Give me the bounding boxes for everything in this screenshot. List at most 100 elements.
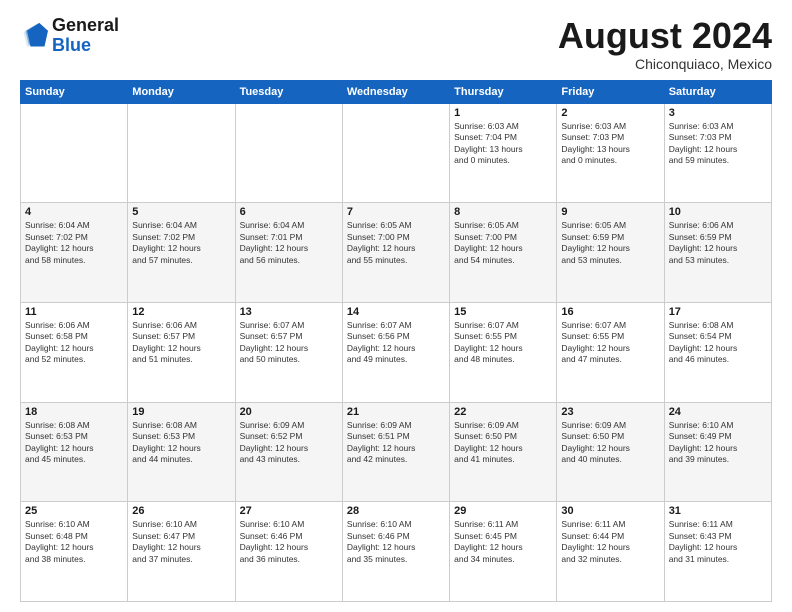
weekday-header: Wednesday (342, 80, 449, 103)
day-number: 24 (669, 406, 767, 418)
weekday-header: Tuesday (235, 80, 342, 103)
day-info: Sunrise: 6:11 AMSunset: 6:45 PMDaylight:… (454, 519, 552, 565)
day-number: 3 (669, 107, 767, 119)
day-info: Sunrise: 6:09 AMSunset: 6:52 PMDaylight:… (240, 420, 338, 466)
calendar-cell: 11 Sunrise: 6:06 AMSunset: 6:58 PMDayligh… (21, 302, 128, 402)
day-number: 29 (454, 505, 552, 517)
day-number: 18 (25, 406, 123, 418)
day-number: 5 (132, 206, 230, 218)
header-row: SundayMondayTuesdayWednesdayThursdayFrid… (21, 80, 772, 103)
day-info: Sunrise: 6:06 AMSunset: 6:58 PMDaylight:… (25, 320, 123, 366)
calendar-cell: 30 Sunrise: 6:11 AMSunset: 6:44 PMDayligh… (557, 502, 664, 602)
day-number: 17 (669, 306, 767, 318)
day-info: Sunrise: 6:09 AMSunset: 6:51 PMDaylight:… (347, 420, 445, 466)
location: Chiconquiaco, Mexico (558, 56, 772, 72)
calendar-cell: 18 Sunrise: 6:08 AMSunset: 6:53 PMDayligh… (21, 402, 128, 502)
day-info: Sunrise: 6:11 AMSunset: 6:44 PMDaylight:… (561, 519, 659, 565)
day-number: 8 (454, 206, 552, 218)
day-number: 31 (669, 505, 767, 517)
day-info: Sunrise: 6:10 AMSunset: 6:47 PMDaylight:… (132, 519, 230, 565)
day-number: 1 (454, 107, 552, 119)
day-info: Sunrise: 6:09 AMSunset: 6:50 PMDaylight:… (561, 420, 659, 466)
day-number: 30 (561, 505, 659, 517)
calendar-cell: 14 Sunrise: 6:07 AMSunset: 6:56 PMDayligh… (342, 302, 449, 402)
calendar-week-row: 11 Sunrise: 6:06 AMSunset: 6:58 PMDayligh… (21, 302, 772, 402)
calendar-cell: 31Sunrise: 6:11 AMSunset: 6:43 PMDayligh… (664, 502, 771, 602)
calendar-cell (342, 103, 449, 203)
day-number: 4 (25, 206, 123, 218)
day-info: Sunrise: 6:04 AMSunset: 7:02 PMDaylight:… (132, 220, 230, 266)
day-number: 16 (561, 306, 659, 318)
day-info: Sunrise: 6:08 AMSunset: 6:53 PMDaylight:… (132, 420, 230, 466)
calendar-cell: 28 Sunrise: 6:10 AMSunset: 6:46 PMDayligh… (342, 502, 449, 602)
day-number: 10 (669, 206, 767, 218)
day-info: Sunrise: 6:10 AMSunset: 6:46 PMDaylight:… (240, 519, 338, 565)
calendar-cell: 19 Sunrise: 6:08 AMSunset: 6:53 PMDayligh… (128, 402, 235, 502)
day-info: Sunrise: 6:05 AMSunset: 7:00 PMDaylight:… (454, 220, 552, 266)
weekday-header: Friday (557, 80, 664, 103)
day-info: Sunrise: 6:09 AMSunset: 6:50 PMDaylight:… (454, 420, 552, 466)
day-number: 12 (132, 306, 230, 318)
weekday-header: Saturday (664, 80, 771, 103)
calendar-week-row: 4 Sunrise: 6:04 AMSunset: 7:02 PMDaylight… (21, 203, 772, 303)
title-block: August 2024 Chiconquiaco, Mexico (558, 16, 772, 72)
calendar-cell: 5 Sunrise: 6:04 AMSunset: 7:02 PMDaylight… (128, 203, 235, 303)
page: General Blue August 2024 Chiconquiaco, M… (0, 0, 792, 612)
logo-line1: General (52, 16, 119, 36)
day-number: 13 (240, 306, 338, 318)
day-number: 20 (240, 406, 338, 418)
calendar-cell: 6 Sunrise: 6:04 AMSunset: 7:01 PMDaylight… (235, 203, 342, 303)
day-number: 28 (347, 505, 445, 517)
calendar-cell: 3Sunrise: 6:03 AMSunset: 7:03 PMDaylight… (664, 103, 771, 203)
calendar-cell: 15 Sunrise: 6:07 AMSunset: 6:55 PMDayligh… (450, 302, 557, 402)
day-number: 2 (561, 107, 659, 119)
day-info: Sunrise: 6:05 AMSunset: 7:00 PMDaylight:… (347, 220, 445, 266)
calendar-cell: 8 Sunrise: 6:05 AMSunset: 7:00 PMDaylight… (450, 203, 557, 303)
calendar-cell: 17Sunrise: 6:08 AMSunset: 6:54 PMDayligh… (664, 302, 771, 402)
calendar-cell: 2 Sunrise: 6:03 AMSunset: 7:03 PMDaylight… (557, 103, 664, 203)
day-info: Sunrise: 6:10 AMSunset: 6:46 PMDaylight:… (347, 519, 445, 565)
calendar-cell (21, 103, 128, 203)
month-title: August 2024 (558, 16, 772, 56)
calendar-cell: 10 Sunrise: 6:06 AMSunset: 6:59 PMDayligh… (664, 203, 771, 303)
day-info: Sunrise: 6:03 AMSunset: 7:03 PMDaylight:… (561, 121, 659, 167)
calendar-cell: 25Sunrise: 6:10 AMSunset: 6:48 PMDayligh… (21, 502, 128, 602)
logo-text: General Blue (52, 16, 119, 56)
calendar-cell: 27 Sunrise: 6:10 AMSunset: 6:46 PMDayligh… (235, 502, 342, 602)
calendar-cell: 22 Sunrise: 6:09 AMSunset: 6:50 PMDayligh… (450, 402, 557, 502)
day-info: Sunrise: 6:07 AMSunset: 6:57 PMDaylight:… (240, 320, 338, 366)
calendar-cell: 13 Sunrise: 6:07 AMSunset: 6:57 PMDayligh… (235, 302, 342, 402)
calendar-week-row: 25Sunrise: 6:10 AMSunset: 6:48 PMDayligh… (21, 502, 772, 602)
calendar-cell: 23Sunrise: 6:09 AMSunset: 6:50 PMDayligh… (557, 402, 664, 502)
calendar-cell: 24Sunrise: 6:10 AMSunset: 6:49 PMDayligh… (664, 402, 771, 502)
day-info: Sunrise: 6:04 AMSunset: 7:01 PMDaylight:… (240, 220, 338, 266)
day-info: Sunrise: 6:05 AMSunset: 6:59 PMDaylight:… (561, 220, 659, 266)
day-number: 27 (240, 505, 338, 517)
day-number: 26 (132, 505, 230, 517)
calendar-cell: 9Sunrise: 6:05 AMSunset: 6:59 PMDaylight… (557, 203, 664, 303)
logo: General Blue (20, 16, 119, 56)
day-number: 15 (454, 306, 552, 318)
calendar-week-row: 18 Sunrise: 6:08 AMSunset: 6:53 PMDayligh… (21, 402, 772, 502)
day-info: Sunrise: 6:10 AMSunset: 6:48 PMDaylight:… (25, 519, 123, 565)
day-info: Sunrise: 6:08 AMSunset: 6:53 PMDaylight:… (25, 420, 123, 466)
day-info: Sunrise: 6:04 AMSunset: 7:02 PMDaylight:… (25, 220, 123, 266)
day-number: 11 (25, 306, 123, 318)
calendar-cell: 7Sunrise: 6:05 AMSunset: 7:00 PMDaylight… (342, 203, 449, 303)
day-number: 14 (347, 306, 445, 318)
day-number: 22 (454, 406, 552, 418)
calendar-cell: 16Sunrise: 6:07 AMSunset: 6:55 PMDayligh… (557, 302, 664, 402)
day-info: Sunrise: 6:07 AMSunset: 6:55 PMDaylight:… (454, 320, 552, 366)
calendar-cell: 29 Sunrise: 6:11 AMSunset: 6:45 PMDayligh… (450, 502, 557, 602)
weekday-header: Thursday (450, 80, 557, 103)
day-number: 19 (132, 406, 230, 418)
day-info: Sunrise: 6:06 AMSunset: 6:59 PMDaylight:… (669, 220, 767, 266)
header: General Blue August 2024 Chiconquiaco, M… (20, 16, 772, 72)
day-info: Sunrise: 6:03 AMSunset: 7:04 PMDaylight:… (454, 121, 552, 167)
day-number: 6 (240, 206, 338, 218)
calendar-cell: 1 Sunrise: 6:03 AMSunset: 7:04 PMDaylight… (450, 103, 557, 203)
calendar: SundayMondayTuesdayWednesdayThursdayFrid… (20, 80, 772, 602)
day-number: 21 (347, 406, 445, 418)
day-info: Sunrise: 6:07 AMSunset: 6:56 PMDaylight:… (347, 320, 445, 366)
logo-icon (20, 22, 48, 50)
